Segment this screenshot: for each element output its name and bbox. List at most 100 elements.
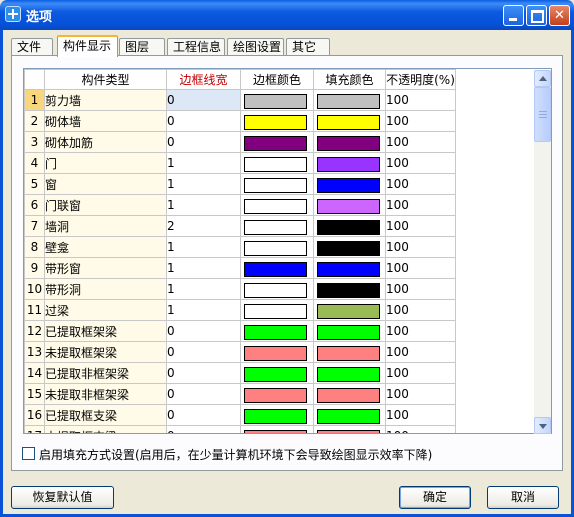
- fill-color-cell[interactable]: [313, 341, 386, 363]
- opacity-cell[interactable]: 100: [385, 152, 456, 174]
- border-width-cell[interactable]: 0: [166, 89, 241, 111]
- border-color-cell[interactable]: [240, 425, 314, 433]
- fill-color-cell[interactable]: [313, 278, 386, 300]
- row-number[interactable]: 2: [24, 110, 45, 132]
- fill-color-cell[interactable]: [313, 152, 386, 174]
- table-row[interactable]: 15 未提取非框架梁 0 100: [24, 383, 456, 405]
- row-number[interactable]: 15: [24, 383, 45, 405]
- table-row[interactable]: 8 壁龛 1 100: [24, 236, 456, 258]
- fill-color-swatch[interactable]: [317, 135, 380, 151]
- column-header-opacity[interactable]: 不透明度(%): [385, 69, 456, 90]
- border-width-cell[interactable]: 2: [166, 215, 241, 237]
- border-color-swatch[interactable]: [244, 387, 307, 403]
- column-header-fill-color[interactable]: 填充颜色: [313, 69, 386, 90]
- border-color-swatch[interactable]: [244, 282, 307, 298]
- opacity-cell[interactable]: 100: [385, 257, 456, 279]
- border-width-cell[interactable]: 0: [166, 425, 241, 433]
- border-width-cell[interactable]: 0: [166, 341, 241, 363]
- restore-defaults-button[interactable]: 恢复默认值: [11, 486, 114, 509]
- opacity-cell[interactable]: 100: [385, 404, 456, 426]
- fill-color-swatch[interactable]: [317, 177, 380, 193]
- table-row[interactable]: 4 门 1 100: [24, 152, 456, 174]
- border-color-swatch[interactable]: [244, 93, 307, 109]
- border-width-cell[interactable]: 1: [166, 236, 241, 258]
- fill-color-cell[interactable]: [313, 194, 386, 216]
- row-number[interactable]: 8: [24, 236, 45, 258]
- close-button[interactable]: ✕: [549, 5, 570, 26]
- border-width-cell[interactable]: 0: [166, 110, 241, 132]
- border-color-swatch[interactable]: [244, 135, 307, 151]
- border-width-cell[interactable]: 1: [166, 299, 241, 321]
- border-color-cell[interactable]: [240, 383, 314, 405]
- border-color-cell[interactable]: [240, 152, 314, 174]
- table-row[interactable]: 2 砌体墙 0 100: [24, 110, 456, 132]
- opacity-cell[interactable]: 100: [385, 320, 456, 342]
- row-number[interactable]: 1: [24, 89, 45, 111]
- opacity-cell[interactable]: 100: [385, 131, 456, 153]
- table-row[interactable]: 1 剪力墙 0 100: [24, 89, 456, 111]
- fill-color-cell[interactable]: [313, 404, 386, 426]
- fill-color-cell[interactable]: [313, 362, 386, 384]
- column-header-type[interactable]: 构件类型: [44, 69, 167, 90]
- table-row[interactable]: 5 窗 1 100: [24, 173, 456, 195]
- border-width-cell[interactable]: 0: [166, 404, 241, 426]
- fill-color-cell[interactable]: [313, 425, 386, 433]
- border-width-cell[interactable]: 0: [166, 320, 241, 342]
- ok-button[interactable]: 确定: [399, 486, 471, 509]
- minimize-button[interactable]: [503, 5, 524, 26]
- border-color-swatch[interactable]: [244, 324, 307, 340]
- fill-color-swatch[interactable]: [317, 261, 380, 277]
- fill-color-swatch[interactable]: [317, 408, 380, 424]
- border-color-swatch[interactable]: [244, 114, 307, 130]
- border-color-cell[interactable]: [240, 89, 314, 111]
- scroll-up-button[interactable]: [534, 70, 551, 87]
- border-color-cell[interactable]: [240, 320, 314, 342]
- table-row[interactable]: 9 带形窗 1 100: [24, 257, 456, 279]
- table-row[interactable]: 11 过梁 1 100: [24, 299, 456, 321]
- fill-color-swatch[interactable]: [317, 303, 380, 319]
- border-width-cell[interactable]: 1: [166, 278, 241, 300]
- table-row[interactable]: 13 未提取框架梁 0 100: [24, 341, 456, 363]
- row-number[interactable]: 17: [24, 425, 45, 433]
- opacity-cell[interactable]: 100: [385, 299, 456, 321]
- row-number[interactable]: 12: [24, 320, 45, 342]
- border-width-cell[interactable]: 0: [166, 362, 241, 384]
- fill-color-swatch[interactable]: [317, 324, 380, 340]
- border-width-cell[interactable]: 1: [166, 194, 241, 216]
- border-color-swatch[interactable]: [244, 177, 307, 193]
- opacity-cell[interactable]: 100: [385, 236, 456, 258]
- table-row[interactable]: 10 带形洞 1 100: [24, 278, 456, 300]
- tab-file[interactable]: 文件: [11, 38, 53, 55]
- border-color-swatch[interactable]: [244, 345, 307, 361]
- opacity-cell[interactable]: 100: [385, 341, 456, 363]
- border-width-cell[interactable]: 0: [166, 131, 241, 153]
- table-row[interactable]: 16 已提取框支梁 0 100: [24, 404, 456, 426]
- column-header-border-width[interactable]: 边框线宽: [166, 69, 241, 90]
- scroll-down-button[interactable]: [534, 417, 551, 434]
- fill-color-swatch[interactable]: [317, 240, 380, 256]
- fill-mode-checkbox-label[interactable]: 启用填充方式设置(启用后，在少量计算机环境下会导致绘图显示效率下降): [39, 446, 432, 463]
- row-number[interactable]: 13: [24, 341, 45, 363]
- column-header-border-color[interactable]: 边框颜色: [240, 69, 314, 90]
- tab-drawing-settings[interactable]: 绘图设置: [227, 38, 284, 55]
- tab-component-display[interactable]: 构件显示: [57, 35, 118, 57]
- fill-color-cell[interactable]: [313, 131, 386, 153]
- scroll-thumb[interactable]: [534, 87, 551, 142]
- border-color-swatch[interactable]: [244, 303, 307, 319]
- border-color-swatch[interactable]: [244, 198, 307, 214]
- fill-mode-checkbox[interactable]: [22, 447, 35, 460]
- border-color-swatch[interactable]: [244, 156, 307, 172]
- border-width-cell[interactable]: 0: [166, 383, 241, 405]
- row-number[interactable]: 7: [24, 215, 45, 237]
- fill-color-swatch[interactable]: [317, 366, 380, 382]
- fill-color-swatch[interactable]: [317, 282, 380, 298]
- border-color-cell[interactable]: [240, 278, 314, 300]
- row-number[interactable]: 10: [24, 278, 45, 300]
- border-color-swatch[interactable]: [244, 429, 307, 433]
- border-color-swatch[interactable]: [244, 366, 307, 382]
- row-number[interactable]: 14: [24, 362, 45, 384]
- fill-color-swatch[interactable]: [317, 429, 380, 433]
- fill-color-cell[interactable]: [313, 215, 386, 237]
- row-number[interactable]: 16: [24, 404, 45, 426]
- fill-color-cell[interactable]: [313, 89, 386, 111]
